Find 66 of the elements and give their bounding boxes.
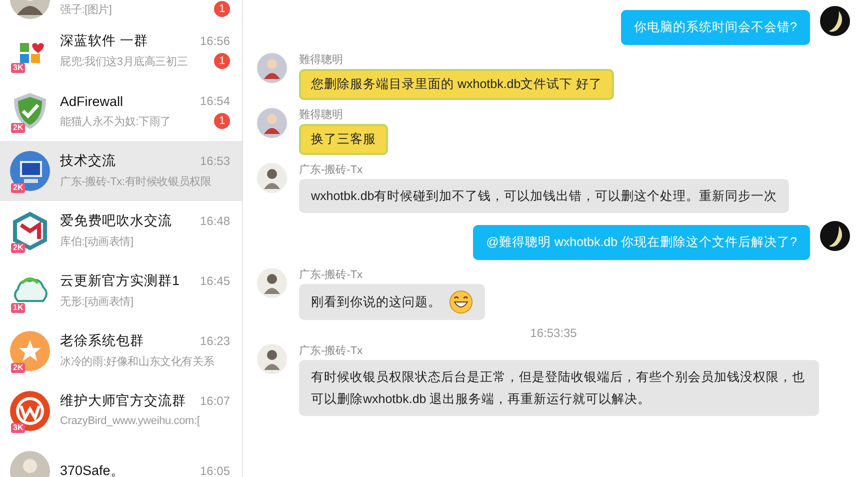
conversation-time: 16:48 [200,214,230,228]
conversation-time: 16:23 [200,334,230,348]
sender-name: 广东-搬砖-Tx [299,163,364,177]
avatar-icon [257,268,287,298]
level-badge: 2K [11,123,26,133]
sender-name: 難得聰明 [299,53,344,67]
unread-badge: 1 [214,113,230,129]
message-text: 换了三客服 [311,132,376,146]
moon-avatar-icon [820,6,850,36]
message-preview: 冰冷的雨:好像和山东文化有关系 [60,354,214,368]
computer-icon [10,151,50,191]
avatar-icon [257,163,287,193]
conversation-name: 爱免费吧吹水交流 [60,212,172,230]
message-preview: 库伯:[动画表情] [60,234,134,248]
sent-message-bubble: 你电脑的系统时间会不会错? [621,10,810,45]
level-badge: 3K [11,63,26,73]
level-badge: 2K [11,363,26,373]
conversation-name: 370Safe。 [60,462,124,477]
sender-name: 广东-搬砖-Tx [299,344,364,358]
conversation-time: 16:56 [200,34,230,48]
message-text: wxhotbk.db有时候碰到加不了钱，可以加钱出错，可以删这个处理。重新同步一次 [311,188,778,205]
conversation-item[interactable]: 370Safe。 16:05 [0,441,242,477]
conversation-item[interactable]: 3K 深蓝软件 一群 16:56 屁兜:我们这3月底高三初三 1 [0,21,242,81]
message-preview: CrazyBird_www.yweihu.com:[ [60,415,200,427]
avatar-icon [257,53,287,83]
conversation-item[interactable]: 2K AdFirewall 16:54 能猫人永不为奴:下雨了 1 [0,81,242,141]
conversation-name: 深蓝软件 一群 [60,32,148,50]
conversation-time: 16:54 [200,94,230,108]
conversation-item[interactable]: 3K 维护大师官方交流群 16:07 CrazyBird_www.yweihu.com:[ [0,381,242,441]
conversation-item[interactable]: 强子:[图片] 1 [0,0,242,21]
message-text: 刚看到你说的这问题。 [311,294,441,311]
conversation-name: AdFirewall [60,94,124,108]
conversation-time: 16:05 [200,464,230,477]
hexagon-logo-icon [10,211,50,251]
avatar-icon [257,344,287,374]
conversation-item[interactable]: 2K 老徐系统包群 16:23 冰冷的雨:好像和山东文化有关系 [0,321,242,381]
conversation-time: 16:07 [200,394,230,408]
conversation-name: 云更新官方实测群1 [60,272,180,290]
message-preview: 能猫人永不为奴:下雨了 [60,114,171,128]
level-badge: 2K [11,183,26,193]
unread-badge: 1 [214,53,230,69]
message-text: 有时候收银员权限状态后台是正常，但是登陆收银端后，有些个别会员加钱没权限，也可以删除wxhotbk.db 退出服务端，再重新运行就可以解决。 [311,369,806,408]
sent-message-bubble: @難得聰明 wxhotbk.db 你现在删除这个文件后解决了? [473,225,810,260]
timestamp: 16:53:35 [530,326,577,340]
conversation-time: 16:45 [200,274,230,288]
sender-name: 广东-搬砖-Tx [299,268,364,282]
conversation-name: 老徐系统包群 [60,332,144,350]
conversation-item[interactable]: 1K 云更新官方实测群1 16:45 无形:[动画表情] [0,261,242,321]
w-logo-icon [10,391,50,431]
conversation-name: 技术交流 [60,152,116,170]
level-badge: 2K [11,243,26,253]
conversation-time: 16:53 [200,154,230,168]
conversation-item[interactable]: 2K 技术交流 16:53 广东-搬砖-Tx:有时候收银员权限 [0,141,242,201]
message-preview: 强子:[图片] [60,2,112,16]
message-preview: 广东-搬砖-Tx:有时候收银员权限 [60,174,212,188]
sender-name: 難得聰明 [299,108,344,122]
message-preview: 屁兜:我们这3月底高三初三 [60,54,188,68]
message-text: 您删除服务端目录里面的 wxhotbk.db文件试下 好了 [311,77,602,91]
conversation-name: 维护大师官方交流群 [60,392,186,410]
message-preview: 无形:[动画表情] [60,294,134,308]
moon-avatar-icon [820,221,850,251]
avatar-icon [257,108,287,138]
conversation-item[interactable]: 2K 爱免费吧吹水交流 16:48 库伯:[动画表情] [0,201,242,261]
level-badge: 3K [11,423,26,433]
unread-badge: 1 [214,1,230,17]
level-badge: 1K [11,303,26,313]
